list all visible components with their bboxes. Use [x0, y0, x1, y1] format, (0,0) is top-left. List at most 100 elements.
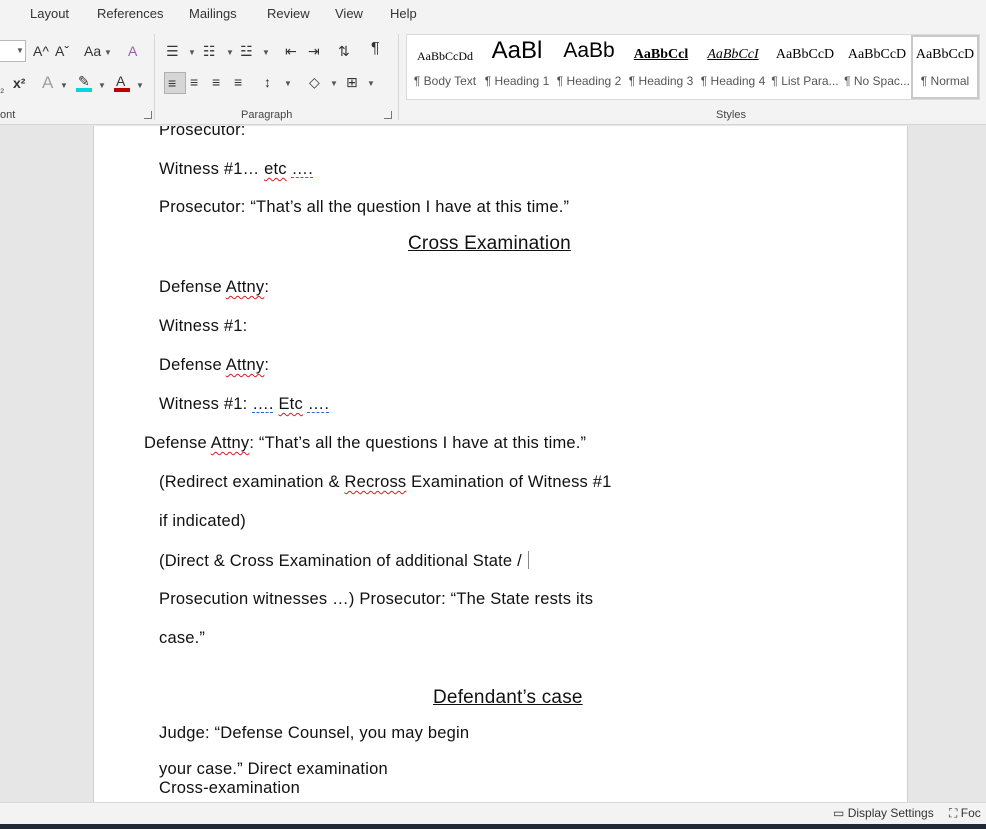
style-no-spacing[interactable]: AaBbCcD ¶ No Spac... [841, 35, 913, 99]
change-case-button[interactable]: Aa [84, 42, 101, 60]
grammar-flag: …. [291, 160, 314, 178]
display-settings-label: Display Settings [847, 806, 934, 820]
focus-mode-button[interactable]: ⛶ Foc [949, 806, 981, 821]
decrease-indent-button[interactable]: ⇤ [285, 42, 297, 60]
align-right-button[interactable]: ≡ [212, 73, 220, 91]
borders-button[interactable]: ⊞ [346, 73, 358, 91]
style-name: ¶ Body Text [413, 74, 477, 88]
ribbon: ▼ A^ Aˇ Aa ▼ A ₂ x² A ▼ ✎ ▼ A ▼ ont ☰ ▼ … [0, 28, 986, 125]
style-preview: AaBl [491, 37, 543, 64]
text-run: : “That’s all the questions I have at th… [249, 434, 587, 452]
chevron-down-icon: ▼ [136, 81, 144, 90]
style-name: ¶ Heading 3 [628, 74, 694, 88]
style-heading-4[interactable]: AaBbCcI ¶ Heading 4 [697, 35, 769, 99]
focus-icon: ⛶ [949, 806, 958, 820]
style-normal[interactable]: AaBbCcD ¶ Normal [911, 35, 979, 99]
display-settings-icon: ▭ [833, 806, 845, 820]
font-color-swatch [114, 88, 130, 92]
style-name: ¶ No Spac... [844, 74, 910, 88]
chevron-down-icon: ▼ [262, 48, 270, 57]
clear-formatting-button[interactable]: A [128, 42, 137, 60]
text-run: Witness #1: [159, 395, 253, 413]
chevron-down-icon: ▼ [188, 48, 196, 57]
style-preview: AaBbCcI [707, 47, 759, 62]
styles-gallery: AaBbCcDd ¶ Body Text AaBl ¶ Heading 1 Aa… [406, 34, 980, 100]
group-divider [154, 34, 155, 120]
superscript-button[interactable]: x² [13, 74, 25, 92]
text-run: Defense [144, 434, 211, 452]
chevron-down-icon: ▼ [98, 81, 106, 90]
tab-help[interactable]: Help [390, 6, 417, 21]
justify-button[interactable]: ≡ [234, 73, 242, 91]
font-size-box[interactable]: ▼ [0, 40, 26, 62]
document-canvas: Prosecutor: Witness #1… etc …. Prosecuto… [0, 126, 986, 802]
text-run: (Direct & Cross Examination of additiona… [159, 552, 522, 570]
display-settings-button[interactable]: ▭ Display Settings [833, 806, 934, 820]
line-spacing-button[interactable]: ↕ [264, 73, 271, 91]
doc-line: (Redirect examination & Recross Examinat… [159, 473, 612, 492]
text-effects-button[interactable]: A [42, 74, 53, 92]
highlight-color-swatch [76, 88, 92, 92]
align-left-icon: ≡ [168, 75, 177, 91]
font-group-label: ont [0, 109, 16, 121]
style-list-paragraph[interactable]: AaBbCcD ¶ List Para... [769, 35, 841, 99]
group-divider [398, 34, 399, 120]
font-dialog-launcher-icon[interactable] [144, 111, 152, 119]
style-preview: AaBbCcD [847, 47, 907, 62]
style-body-text[interactable]: AaBbCcDd ¶ Body Text [409, 35, 481, 99]
doc-line: Defense Attny: “That’s all the questions… [144, 434, 586, 453]
sort-button[interactable]: ⇅ [338, 42, 350, 60]
text-run: : [264, 356, 270, 374]
style-preview: AaBb [563, 39, 615, 62]
tab-review[interactable]: Review [267, 6, 310, 21]
styles-group-label: Styles [716, 109, 746, 121]
doc-line: Prosecutor: [159, 126, 246, 139]
style-heading-3[interactable]: AaBbCcl ¶ Heading 3 [625, 35, 697, 99]
increase-indent-button[interactable]: ⇥ [308, 42, 320, 60]
text-run: Defense [159, 356, 226, 374]
chevron-down-icon: ▼ [330, 79, 338, 88]
paragraph-group-label: Paragraph [241, 109, 293, 121]
status-bar: ▭ Display Settings ⛶ Foc [0, 802, 986, 824]
multilevel-list-button[interactable]: ☳ [240, 42, 253, 60]
style-heading-1[interactable]: AaBl ¶ Heading 1 [481, 35, 553, 99]
style-name: ¶ Normal [920, 74, 970, 88]
grammar-flag: …. [307, 395, 330, 413]
document-page[interactable]: Prosecutor: Witness #1… etc …. Prosecuto… [93, 126, 908, 802]
doc-line: case.” [159, 629, 206, 647]
numbering-button[interactable]: ☷ [203, 42, 216, 60]
shading-button[interactable]: ◇ [309, 73, 320, 91]
grammar-flag: …. [252, 395, 274, 413]
style-preview: AaBbCcD [915, 47, 975, 62]
bullets-button[interactable]: ☰ [166, 42, 179, 60]
show-formatting-marks-button[interactable]: ¶ [371, 40, 380, 58]
chevron-down-icon: ▼ [284, 79, 292, 88]
style-preview: AaBbCcD [775, 47, 835, 62]
doc-line: Witness #1: …. Etc …. [159, 395, 329, 414]
align-center-button[interactable]: ≡ [190, 73, 198, 91]
doc-line: your case.” Direct examination [159, 760, 388, 778]
doc-line: Defense Attny: [159, 278, 269, 297]
misspelled-word: Attny [225, 356, 265, 374]
misspelled-word: Attny [225, 278, 265, 296]
tab-mailings[interactable]: Mailings [189, 6, 237, 21]
style-heading-2[interactable]: AaBb ¶ Heading 2 [553, 35, 625, 99]
shrink-font-button[interactable]: Aˇ [55, 42, 69, 60]
text-run: (Redirect examination & [159, 473, 345, 491]
tab-view[interactable]: View [335, 6, 363, 21]
text-run: Defense [159, 278, 226, 296]
doc-line: Prosecution witnesses …) Prosecutor: “Th… [159, 590, 594, 608]
text-run: Examination of Witness #1 [406, 473, 612, 491]
doc-line: Witness #1: [159, 317, 248, 335]
doc-line: Defense Attny: [159, 356, 269, 375]
align-left-button[interactable]: ≡ [164, 72, 186, 94]
misspelled-word: Etc [278, 395, 303, 413]
grow-font-button[interactable]: A^ [33, 42, 49, 60]
paragraph-dialog-launcher-icon[interactable] [384, 111, 392, 119]
tab-references[interactable]: References [97, 6, 163, 21]
tab-layout[interactable]: Layout [30, 6, 69, 21]
subscript-button[interactable]: ₂ [0, 80, 4, 98]
misspelled-word: etc [264, 160, 287, 178]
chevron-down-icon: ▼ [104, 48, 112, 57]
doc-line: Cross-examination [159, 779, 300, 797]
